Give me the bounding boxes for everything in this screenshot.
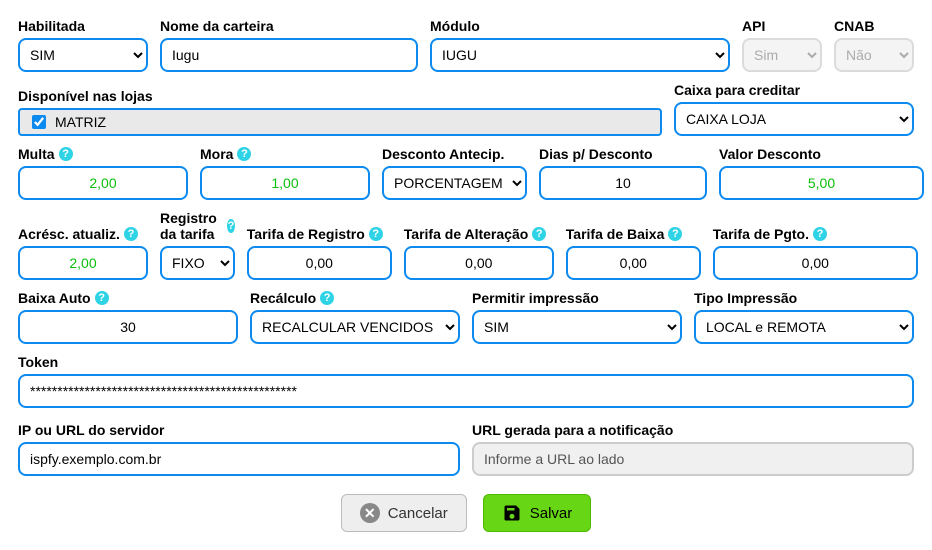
label-tarifa-alteracao: Tarifa de Alteração ? [404, 226, 554, 242]
label-recalculo: Recálculo ? [250, 290, 460, 306]
select-permitir-impressao[interactable]: SIM [472, 310, 682, 344]
label-multa: Multa ? [18, 146, 188, 162]
input-tarifa-pgto[interactable] [713, 246, 918, 280]
label-tarifa-pgto: Tarifa de Pgto. ? [713, 226, 918, 242]
label-url-notificacao: URL gerada para a notificação [472, 422, 914, 438]
input-dias-desconto[interactable] [539, 166, 707, 200]
save-icon [502, 503, 522, 523]
label-desconto-antecip: Desconto Antecip. [382, 146, 527, 162]
input-nome-carteira[interactable] [160, 38, 418, 72]
label-token: Token [18, 354, 914, 370]
help-icon[interactable]: ? [320, 291, 334, 305]
label-nome-carteira: Nome da carteira [160, 18, 418, 34]
help-icon[interactable]: ? [237, 147, 251, 161]
help-icon[interactable]: ? [95, 291, 109, 305]
input-acresc-atualiz[interactable] [18, 246, 148, 280]
select-recalculo[interactable]: RECALCULAR VENCIDOS [250, 310, 460, 344]
input-token[interactable] [18, 374, 914, 408]
input-tarifa-alteracao[interactable] [404, 246, 554, 280]
cancel-button-label: Cancelar [388, 505, 448, 522]
help-icon[interactable]: ? [532, 227, 546, 241]
label-registro-tarifa: Registro da tarifa ? [160, 210, 235, 242]
label-disponivel-lojas: Disponível nas lojas [18, 88, 662, 104]
cancel-button[interactable]: ✕ Cancelar [341, 494, 467, 532]
close-icon: ✕ [360, 503, 380, 523]
help-icon[interactable]: ? [813, 227, 827, 241]
input-baixa-auto[interactable] [18, 310, 238, 344]
select-api: Sim [742, 38, 822, 72]
save-button-label: Salvar [530, 505, 573, 522]
label-caixa-creditar: Caixa para creditar [674, 82, 914, 98]
label-dias-desconto: Dias p/ Desconto [539, 146, 707, 162]
help-icon[interactable]: ? [369, 227, 383, 241]
input-multa[interactable] [18, 166, 188, 200]
label-tarifa-registro: Tarifa de Registro ? [247, 226, 392, 242]
input-valor-desconto[interactable] [719, 166, 924, 200]
label-habilitada: Habilitada [18, 18, 148, 34]
help-icon[interactable]: ? [668, 227, 682, 241]
save-button[interactable]: Salvar [483, 494, 592, 532]
help-icon[interactable]: ? [59, 147, 73, 161]
help-icon[interactable]: ? [124, 227, 138, 241]
label-cnab: CNAB [834, 18, 914, 34]
label-tarifa-baixa: Tarifa de Baixa ? [566, 226, 701, 242]
label-modulo: Módulo [430, 18, 730, 34]
checkbox-box-lojas: MATRIZ [18, 108, 662, 136]
label-valor-desconto: Valor Desconto [719, 146, 924, 162]
readonly-url-notificacao: Informe a URL ao lado [472, 442, 914, 476]
label-mora: Mora ? [200, 146, 370, 162]
select-modulo[interactable]: IUGU [430, 38, 730, 72]
label-permitir-impressao: Permitir impressão [472, 290, 682, 306]
label-acresc-atualiz: Acrésc. atualiz. ? [18, 226, 148, 242]
select-caixa-creditar[interactable]: CAIXA LOJA [674, 102, 914, 136]
input-ip-url[interactable] [18, 442, 460, 476]
input-tarifa-registro[interactable] [247, 246, 392, 280]
help-icon[interactable]: ? [227, 219, 235, 233]
select-desconto-antecip[interactable]: PORCENTAGEM [382, 166, 527, 200]
label-tipo-impressao: Tipo Impressão [694, 290, 914, 306]
select-habilitada[interactable]: SIM [18, 38, 148, 72]
checkbox-matriz[interactable] [32, 115, 46, 129]
label-ip-url: IP ou URL do servidor [18, 422, 460, 438]
checkbox-label-matriz: MATRIZ [55, 114, 106, 130]
input-mora[interactable] [200, 166, 370, 200]
select-registro-tarifa[interactable]: FIXO [160, 246, 235, 280]
label-baixa-auto: Baixa Auto ? [18, 290, 238, 306]
label-api: API [742, 18, 822, 34]
select-tipo-impressao[interactable]: LOCAL e REMOTA [694, 310, 914, 344]
select-cnab: Não [834, 38, 914, 72]
input-tarifa-baixa[interactable] [566, 246, 701, 280]
